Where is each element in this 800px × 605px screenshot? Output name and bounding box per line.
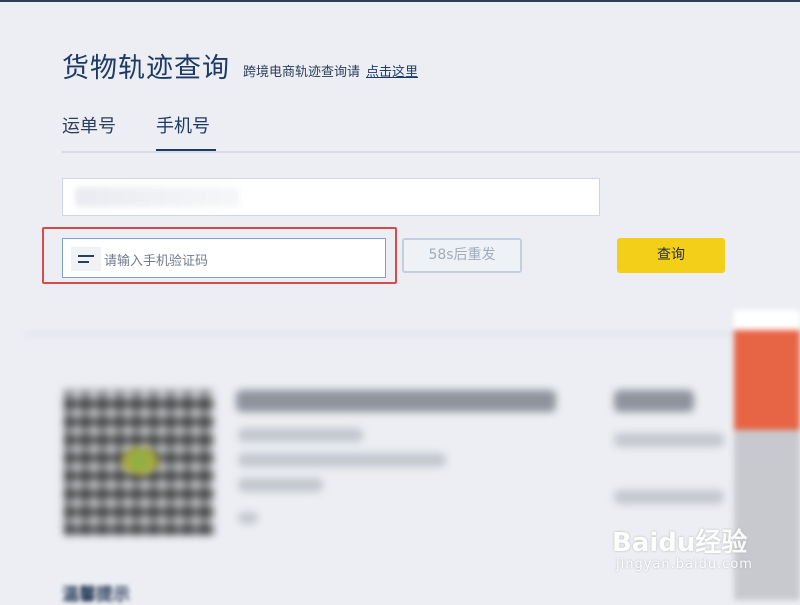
blurred-text-line [238, 512, 258, 524]
query-button[interactable]: 查询 [617, 238, 725, 273]
subtitle-text: 跨境电商轨迹查询请 [243, 65, 361, 80]
baidu-jingyan-watermark: Baidu经验 jingyan.baidu.com [612, 522, 753, 572]
notice-heading: 温馨提示 [62, 585, 130, 605]
watermark-url: jingyan.baidu.com [616, 557, 753, 572]
blurred-heading [614, 390, 694, 412]
blurred-text-line [614, 490, 724, 504]
blurred-heading [236, 390, 556, 412]
message-icon [71, 247, 101, 271]
blurred-text-line [238, 428, 363, 442]
watermark-brand: Baidu经验 [612, 528, 748, 558]
section-separator [25, 330, 800, 338]
tab-phone-number[interactable]: 手机号 [156, 112, 210, 138]
verification-code-placeholder: 请输入手机验证码 [104, 254, 209, 269]
tab-divider [62, 151, 800, 153]
phone-number-input[interactable] [62, 178, 600, 216]
blurred-text-line [238, 453, 446, 467]
top-border [0, 0, 800, 2]
verification-code-input[interactable]: 请输入手机验证码 [62, 238, 386, 278]
blurred-phone-value [75, 187, 240, 207]
qr-code-logo [122, 447, 158, 475]
resend-code-button[interactable]: 58s后重发 [402, 238, 522, 273]
blurred-text-line [614, 433, 724, 447]
subtitle-link[interactable]: 点击这里 [366, 65, 418, 80]
page-subtitle: 跨境电商轨迹查询请 点击这里 [243, 61, 418, 80]
tab-waybill-number[interactable]: 运单号 [62, 112, 116, 138]
page-title: 货物轨迹查询 [62, 53, 230, 84]
blurred-text-line [238, 478, 323, 492]
